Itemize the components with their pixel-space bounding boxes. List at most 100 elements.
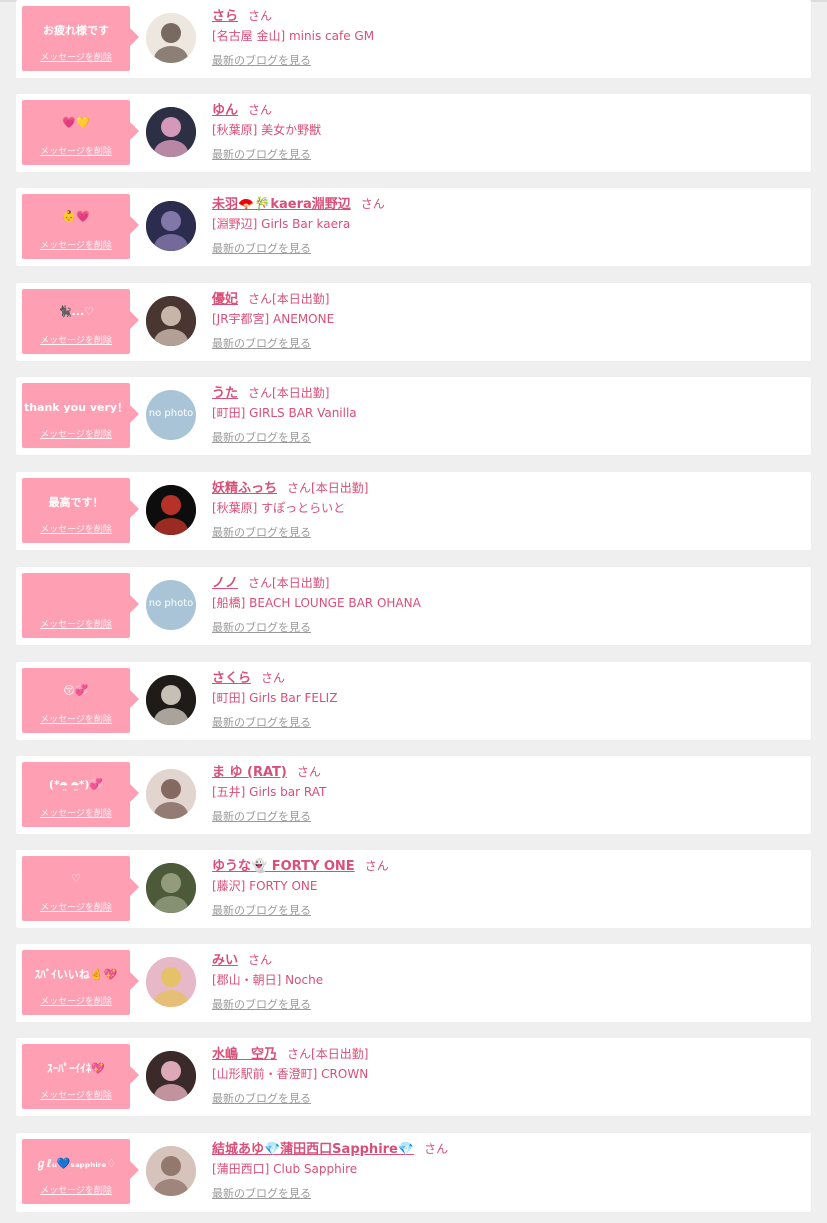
sender-name-link[interactable]: ゆん [212, 103, 238, 118]
delete-message-link[interactable]: メッセージを削除 [22, 333, 130, 346]
message-card: 👶💗 メッセージを削除 未羽🪭🎋kaera淵野辺 さん [淵野辺] Girls Bar … [16, 188, 811, 266]
sender-info: さくら さん [町田] Girls Bar FELIZ 最新のブログを見る [212, 668, 792, 730]
message-card: ｽﾊﾞｲいいね🤞💖 メッセージを削除 みい さん [郡山・朝日] Noche 最新のブログ… [16, 944, 811, 1022]
honorific: さん [360, 197, 385, 211]
avatar-photo-icon [146, 485, 196, 535]
latest-blog-link[interactable]: 最新のブログを見る [212, 429, 311, 445]
message-card: 😚💞 メッセージを削除 さくら さん [町田] Girls Bar FELIZ 最新のブロ… [16, 662, 811, 740]
latest-blog-link[interactable]: 最新のブログを見る [212, 240, 311, 256]
sender-name-link[interactable]: さくら [212, 671, 251, 686]
sender-name-link[interactable]: さら [212, 9, 238, 24]
message-card: ♡ メッセージを削除 ゆうな👻 FORTY ONE さん [藤沢] FORTY ONE 最… [16, 850, 811, 928]
delete-message-link[interactable]: メッセージを削除 [22, 617, 130, 630]
shop-name: [秋葉原] すぽっとらいと [212, 501, 346, 515]
message-text: ℊℓᵤ💙ₛₐₚₚₕᵢᵣₑ♢ [35, 1157, 117, 1170]
status-badge: [本日出勤] [272, 576, 330, 590]
message-bubble: ｽｰﾊﾟｰｲｲﾈ💖 メッセージを削除 [22, 1044, 139, 1109]
delete-message-link[interactable]: メッセージを削除 [22, 806, 130, 819]
delete-message-link[interactable]: メッセージを削除 [22, 1183, 130, 1196]
latest-blog-link[interactable]: 最新のブログを見る [212, 714, 311, 730]
shop-name: [五井] Girls bar RAT [212, 785, 327, 799]
avatar[interactable] [146, 485, 196, 535]
avatar[interactable]: no photo [146, 390, 196, 440]
sender-name-link[interactable]: 未羽🪭🎋kaera淵野辺 [212, 197, 351, 212]
message-text: 最高です！ [48, 496, 104, 509]
avatar-photo-icon [146, 1146, 196, 1196]
message-text: 👶💗 [62, 210, 90, 223]
latest-blog-link[interactable]: 最新のブログを見る [212, 146, 311, 162]
delete-message-link[interactable]: メッセージを削除 [22, 427, 130, 440]
message-text: ♡ [71, 872, 81, 885]
latest-blog-link[interactable]: 最新のブログを見る [212, 619, 311, 635]
message-bubble: ♡ メッセージを削除 [22, 856, 139, 921]
message-bubble: ｽﾊﾞｲいいね🤞💖 メッセージを削除 [22, 950, 139, 1015]
delete-message-link[interactable]: メッセージを削除 [22, 994, 130, 1007]
message-bubble: (*ᴖ̴̤ ᴖ̴̤*)💞 メッセージを削除 [22, 762, 139, 827]
sender-name-line: ゆうな👻 FORTY ONE さん [212, 856, 792, 876]
latest-blog-link[interactable]: 最新のブログを見る [212, 335, 311, 351]
sender-info: うた さん[本日出勤] [町田] GIRLS BAR Vanilla 最新のブログを見… [212, 383, 792, 445]
latest-blog-link[interactable]: 最新のブログを見る [212, 524, 311, 540]
avatar[interactable] [146, 1051, 196, 1101]
sender-name-link[interactable]: 妖精ふっち [212, 481, 277, 496]
shop-name: [秋葉原] 美女か野獣 [212, 123, 322, 137]
avatar[interactable] [146, 1146, 196, 1196]
sender-name-link[interactable]: うた [212, 386, 238, 401]
shop-name: [町田] GIRLS BAR Vanilla [212, 406, 357, 420]
no-photo-label: no photo [148, 408, 194, 419]
no-photo-label: no photo [148, 598, 194, 609]
avatar[interactable] [146, 769, 196, 819]
delete-message-link[interactable]: メッセージを削除 [22, 712, 130, 725]
sender-name-link[interactable]: ノノ [212, 576, 238, 591]
latest-blog-link[interactable]: 最新のブログを見る [212, 808, 311, 824]
avatar-photo-icon [146, 13, 196, 63]
avatar[interactable] [146, 107, 196, 157]
latest-blog-link[interactable]: 最新のブログを見る [212, 1185, 311, 1201]
avatar-photo-icon [146, 1051, 196, 1101]
latest-blog-link[interactable]: 最新のブログを見る [212, 1090, 311, 1106]
message-card: thank you very！ メッセージを削除 no photo うた さん[本日出勤… [16, 377, 811, 455]
sender-name-line: 優妃 さん[本日出勤] [212, 289, 792, 309]
avatar[interactable] [146, 201, 196, 251]
delete-message-link[interactable]: メッセージを削除 [22, 144, 130, 157]
sender-name-line: ゆん さん [212, 100, 792, 120]
honorific: さん [248, 292, 273, 306]
message-card: お疲れ様です メッセージを削除 さら さん [名古屋 金山] minis cafe GM… [16, 0, 811, 78]
delete-message-link[interactable]: メッセージを削除 [22, 900, 130, 913]
message-bubble: 最高です！ メッセージを削除 [22, 478, 139, 543]
shop-name: [町田] Girls Bar FELIZ [212, 691, 338, 705]
avatar[interactable] [146, 296, 196, 346]
avatar[interactable]: no photo [146, 580, 196, 630]
sender-name-link[interactable]: みい [212, 953, 238, 968]
sender-name-link[interactable]: ま ゆ (RAT) [212, 765, 287, 780]
latest-blog-link[interactable]: 最新のブログを見る [212, 902, 311, 918]
delete-message-link[interactable]: メッセージを削除 [22, 522, 130, 535]
sender-name-line: 妖精ふっち さん[本日出勤] [212, 478, 792, 498]
latest-blog-link[interactable]: 最新のブログを見る [212, 52, 311, 68]
sender-name-link[interactable]: 優妃 [212, 292, 238, 307]
avatar[interactable] [146, 675, 196, 725]
latest-blog-link[interactable]: 最新のブログを見る [212, 996, 311, 1012]
avatar-photo-icon [146, 957, 196, 1007]
sender-name-link[interactable]: ゆうな👻 FORTY ONE [212, 859, 355, 874]
delete-message-link[interactable]: メッセージを削除 [22, 1088, 130, 1101]
avatar[interactable] [146, 957, 196, 1007]
message-text: 🐈‍⬛...♡ [57, 305, 95, 318]
sender-name-line: 結城あゆ💎蒲田西口Sapphire💎 さん [212, 1139, 792, 1159]
avatar[interactable] [146, 863, 196, 913]
avatar-photo-icon [146, 201, 196, 251]
shop-name: [郡山・朝日] Noche [212, 973, 324, 987]
sender-name-link[interactable]: 水嶋 空乃 [212, 1047, 277, 1062]
sender-info: ノノ さん[本日出勤] [船橋] BEACH LOUNGE BAR OHANA 最新の… [212, 573, 792, 635]
sender-info: 水嶋 空乃 さん[本日出勤] [山形駅前・香澄町] CROWN 最新のブログを見る [212, 1044, 792, 1106]
avatar[interactable] [146, 13, 196, 63]
delete-message-link[interactable]: メッセージを削除 [22, 238, 130, 251]
avatar-photo-icon [146, 769, 196, 819]
sender-name-link[interactable]: 結城あゆ💎蒲田西口Sapphire💎 [212, 1142, 414, 1157]
delete-message-link[interactable]: メッセージを削除 [22, 50, 130, 63]
message-card: ｽｰﾊﾟｰｲｲﾈ💖 メッセージを削除 水嶋 空乃 さん[本日出勤] [山形駅前・香澄町]… [16, 1038, 811, 1116]
honorific: さん [287, 1047, 312, 1061]
sender-info: 未羽🪭🎋kaera淵野辺 さん [淵野辺] Girls Bar kaera 最新のブロ… [212, 194, 792, 256]
message-bubble: メッセージを削除 [22, 573, 139, 638]
sender-info: ま ゆ (RAT) さん [五井] Girls bar RAT 最新のブログを見る [212, 762, 792, 824]
